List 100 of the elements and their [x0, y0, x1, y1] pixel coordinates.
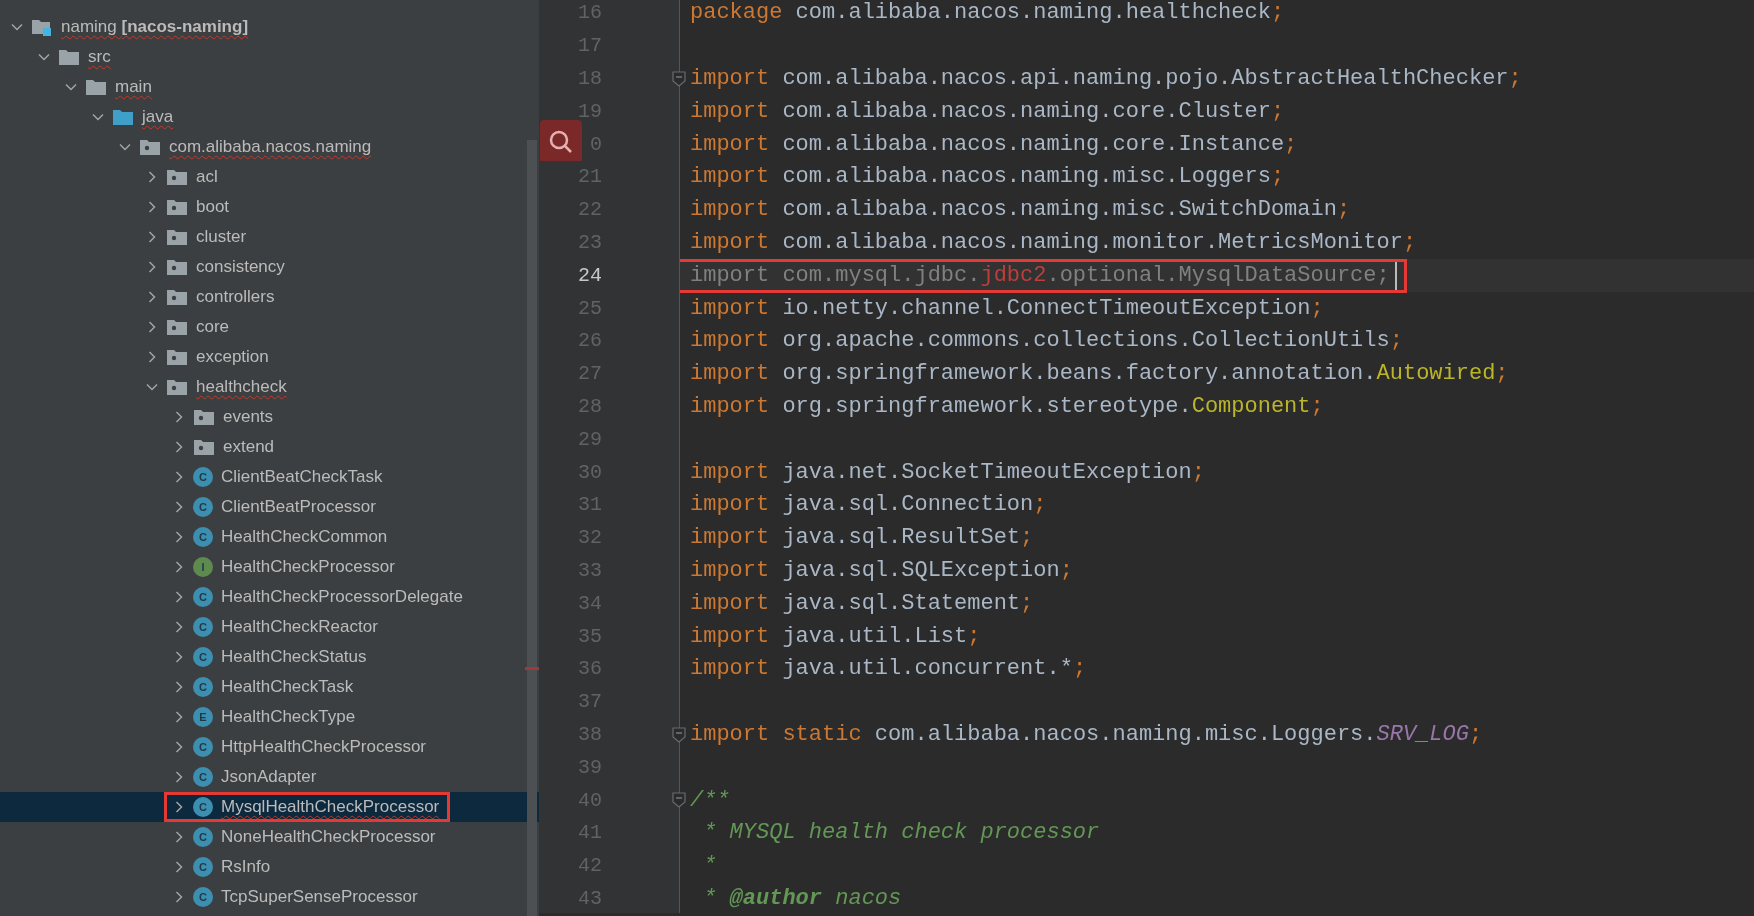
- tree-label: src: [88, 46, 111, 69]
- tree-row[interactable]: exception: [0, 342, 539, 372]
- chevron-right-icon[interactable]: [173, 711, 185, 723]
- class-type-icon: C: [193, 767, 213, 787]
- tree-row[interactable]: healthcheck: [0, 372, 539, 402]
- class-type-icon: C: [193, 677, 213, 697]
- tree-row[interactable]: C HttpHealthCheckProcessor: [0, 732, 539, 762]
- tree-label: RsInfo: [221, 856, 271, 879]
- tree-row[interactable]: C HealthCheckProcessorDelegate: [0, 582, 539, 612]
- tree-label: HealthCheckReactor: [221, 616, 378, 639]
- tree-row[interactable]: C ClientBeatProcessor: [0, 492, 539, 522]
- chevron-right-icon[interactable]: [173, 591, 185, 603]
- tree-label: core: [196, 316, 230, 339]
- chevron-right-icon[interactable]: [173, 411, 185, 423]
- class-type-icon: C: [193, 857, 213, 877]
- chevron-down-icon[interactable]: [119, 141, 131, 153]
- code-line: import static com.alibaba.nacos.naming.misc.Loggers.SRV_LOG;: [690, 720, 1483, 749]
- tree-row[interactable]: core: [0, 312, 539, 342]
- code-line: import java.sql.ResultSet;: [690, 524, 1034, 553]
- chevron-right-icon[interactable]: [173, 471, 185, 483]
- tree-row[interactable]: main: [0, 72, 539, 102]
- tree-row[interactable]: naming [nacos-naming]: [0, 12, 539, 42]
- tree-row[interactable]: boot: [0, 192, 539, 222]
- tree-row[interactable]: C RsInfo: [0, 852, 539, 882]
- tree-row[interactable]: src: [0, 42, 539, 72]
- tree-label: ClientBeatProcessor: [221, 496, 376, 519]
- tree-row[interactable]: C HealthCheckReactor: [0, 612, 539, 642]
- tree-row[interactable]: extend: [0, 432, 539, 462]
- chevron-down-icon[interactable]: [92, 111, 104, 123]
- folder-icon: [112, 108, 134, 126]
- tree-row[interactable]: acl: [0, 162, 539, 192]
- tree-row[interactable]: E HealthCheckType: [0, 702, 539, 732]
- chevron-right-icon[interactable]: [173, 801, 185, 813]
- tree-row[interactable]: C MysqlHealthCheckProcessor: [0, 792, 539, 822]
- chevron-down-icon[interactable]: [65, 81, 77, 93]
- chevron-right-icon[interactable]: [173, 891, 185, 903]
- chevron-right-icon[interactable]: [173, 441, 185, 453]
- chevron-right-icon[interactable]: [173, 681, 185, 693]
- fold-icon[interactable]: [672, 726, 686, 743]
- tree-label: JsonAdapter: [221, 766, 317, 789]
- scrollbar[interactable]: [527, 140, 537, 916]
- code-line: import java.sql.Statement;: [690, 589, 1034, 618]
- class-type-icon: C: [193, 797, 213, 817]
- chevron-right-icon[interactable]: [146, 351, 158, 363]
- code-line: /**: [690, 786, 730, 815]
- chevron-right-icon[interactable]: [173, 861, 185, 873]
- package-icon: [193, 438, 215, 456]
- class-type-icon: C: [193, 737, 213, 757]
- chevron-right-icon[interactable]: [146, 201, 158, 213]
- tree-row[interactable]: C JsonAdapter: [0, 762, 539, 792]
- tree-row[interactable]: cluster: [0, 222, 539, 252]
- tree-row[interactable]: C HealthCheckStatus: [0, 642, 539, 672]
- tree-row[interactable]: events: [0, 402, 539, 432]
- chevron-down-icon[interactable]: [38, 51, 50, 63]
- tree-label: java: [142, 106, 174, 129]
- chevron-right-icon[interactable]: [173, 501, 185, 513]
- chevron-right-icon[interactable]: [173, 831, 185, 843]
- tree-label: HealthCheckStatus: [221, 646, 367, 669]
- line-number: 24: [578, 262, 602, 289]
- tree-label: cluster: [196, 226, 247, 249]
- code-line: import com.alibaba.nacos.naming.core.Instance;: [690, 130, 1298, 159]
- tree-row[interactable]: C HealthCheckCommon: [0, 522, 539, 552]
- tree-label: acl: [196, 166, 218, 189]
- chevron-right-icon[interactable]: [146, 321, 158, 333]
- tree-row[interactable]: java: [0, 102, 539, 132]
- fold-icon[interactable]: [672, 792, 686, 809]
- tree-row[interactable]: C NoneHealthCheckProcessor: [0, 822, 539, 852]
- tree-label: HealthCheckProcessor: [221, 556, 395, 579]
- tree-row[interactable]: com.alibaba.nacos.naming: [0, 132, 539, 162]
- chevron-right-icon[interactable]: [173, 771, 185, 783]
- fold-icon[interactable]: [672, 70, 686, 87]
- class-type-icon: C: [193, 497, 213, 517]
- tree-row[interactable]: C HealthCheckTask: [0, 672, 539, 702]
- code-line: import java.util.concurrent.*;: [690, 655, 1087, 684]
- chevron-right-icon[interactable]: [173, 531, 185, 543]
- folder-icon: [85, 78, 107, 96]
- class-type-icon: C: [193, 467, 213, 487]
- chevron-right-icon[interactable]: [146, 231, 158, 243]
- chevron-right-icon[interactable]: [173, 561, 185, 573]
- tree-label: NoneHealthCheckProcessor: [221, 826, 436, 849]
- tree-row[interactable]: I HealthCheckProcessor: [0, 552, 539, 582]
- chevron-right-icon[interactable]: [146, 171, 158, 183]
- chevron-right-icon[interactable]: [146, 261, 158, 273]
- chevron-right-icon[interactable]: [173, 651, 185, 663]
- chevron-right-icon[interactable]: [173, 621, 185, 633]
- tree-label: HttpHealthCheckProcessor: [221, 736, 427, 759]
- chevron-right-icon[interactable]: [146, 291, 158, 303]
- tree-label: ClientBeatCheckTask: [221, 466, 383, 489]
- tree-label: naming [nacos-naming]: [61, 16, 249, 39]
- chevron-down-icon[interactable]: [11, 21, 23, 33]
- tree-row[interactable]: controllers: [0, 282, 539, 312]
- tree-label: MysqlHealthCheckProcessor: [221, 796, 440, 819]
- tree-label: HealthCheckProcessorDelegate: [221, 586, 463, 609]
- class-type-icon: C: [193, 647, 213, 667]
- tree-row[interactable]: C ClientBeatCheckTask: [0, 462, 539, 492]
- error-stripe: [525, 667, 539, 670]
- tree-row[interactable]: C TcpSuperSenseProcessor: [0, 882, 539, 912]
- chevron-down-icon[interactable]: [146, 381, 158, 393]
- chevron-right-icon[interactable]: [173, 741, 185, 753]
- tree-row[interactable]: consistency: [0, 252, 539, 282]
